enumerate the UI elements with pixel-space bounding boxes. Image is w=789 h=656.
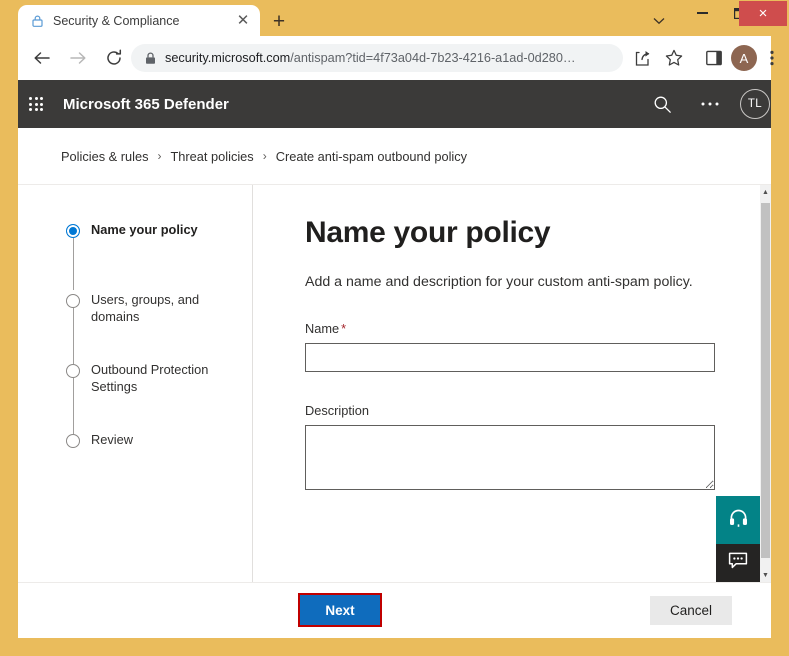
headset-icon [729, 508, 748, 533]
next-button[interactable]: Next [300, 595, 380, 625]
browser-tab-security-compliance[interactable]: Security & Compliance ✕ [18, 5, 260, 36]
share-icon[interactable] [630, 46, 654, 70]
wizard-step-outbound-protection-settings[interactable]: Outbound Protection Settings [18, 361, 252, 434]
name-field-label: Name * [305, 321, 771, 336]
breadcrumb-item-threat-policies[interactable]: Threat policies [170, 149, 253, 164]
padlock-icon [145, 51, 156, 65]
star-icon[interactable] [662, 46, 686, 70]
wizard-step-label: Users, groups, and domains [91, 292, 200, 324]
page-description: Add a name and description for your cust… [305, 274, 693, 290]
url-path: /antispam?tid=4f73a04d-7b23-4216-a1ad-0d… [290, 51, 576, 65]
step-indicator-active-icon [66, 224, 80, 238]
reload-icon[interactable] [102, 46, 126, 70]
tab-lock-icon [31, 14, 43, 27]
tab-title: Security & Compliance [53, 13, 180, 28]
tab-strip: Security & Compliance ✕ + × [0, 0, 789, 36]
feedback-button[interactable] [716, 544, 760, 582]
tab-search-chevron-down-icon[interactable] [646, 10, 672, 32]
main-panel: Name your policy Add a name and descript… [253, 185, 771, 582]
wizard-step-review[interactable]: Review [18, 431, 252, 455]
scroll-down-arrow-icon[interactable]: ▼ [760, 568, 771, 582]
app-title: Microsoft 365 Defender [63, 95, 229, 113]
url-host: security.microsoft.com [165, 51, 291, 65]
user-avatar[interactable]: TL [740, 89, 770, 119]
three-dot-menu-icon[interactable] [760, 46, 784, 70]
next-button-highlight: Next [298, 593, 382, 627]
window-minimize-button[interactable] [683, 0, 721, 26]
app-launcher-waffle-icon[interactable] [26, 94, 46, 114]
step-connector [72, 378, 74, 434]
step-indicator-icon [66, 364, 80, 378]
step-connector [72, 308, 74, 364]
wizard-step-name-your-policy[interactable]: Name your policy [18, 221, 252, 290]
forward-arrow-icon [66, 46, 90, 70]
ellipsis-icon[interactable] [698, 93, 722, 115]
wizard-footer: Next Cancel [18, 583, 771, 638]
breadcrumb: Policies & rules › Threat policies › Cre… [18, 128, 771, 184]
window-close-button[interactable]: × [739, 1, 787, 26]
required-marker: * [341, 321, 347, 336]
breadcrumb-separator: › [262, 149, 267, 163]
browser-window: Security & Compliance ✕ + × security.mic… [0, 0, 789, 656]
breadcrumb-separator: › [157, 149, 162, 163]
description-field-label: Description [305, 403, 370, 418]
close-icon: × [758, 5, 768, 22]
address-bar[interactable]: security.microsoft.com/antispam?tid=4f73… [131, 44, 623, 72]
profile-initial: A [739, 50, 749, 66]
step-indicator-icon [66, 434, 80, 448]
browser-toolbar: security.microsoft.com/antispam?tid=4f73… [18, 36, 774, 80]
step-indicator-icon [66, 294, 80, 308]
page-title: Name your policy [305, 216, 551, 249]
name-input[interactable] [305, 343, 715, 372]
tab-close-icon[interactable]: ✕ [231, 9, 255, 33]
page-content: Policies & rules › Threat policies › Cre… [18, 128, 771, 638]
description-textarea[interactable] [305, 425, 715, 490]
chat-bubble-icon [728, 552, 748, 574]
wizard-step-list: Name your policy Users, groups, and doma… [18, 185, 252, 582]
breadcrumb-item-current: Create anti-spam outbound policy [275, 148, 468, 164]
wizard-step-label: Name your policy [91, 222, 198, 237]
breadcrumb-item-policies-rules[interactable]: Policies & rules [61, 149, 148, 164]
scrollbar-thumb[interactable] [761, 203, 770, 558]
address-bar-url: security.microsoft.com/antispam?tid=4f73… [165, 51, 576, 65]
support-headset-button[interactable] [716, 496, 760, 544]
scroll-up-arrow-icon[interactable]: ▲ [760, 185, 771, 199]
page-scrollbar[interactable]: ▲ ▼ [760, 185, 771, 582]
step-connector [72, 238, 74, 290]
back-arrow-icon[interactable] [30, 46, 54, 70]
avatar-initials: TL [747, 98, 763, 110]
name-label-text: Name [305, 321, 340, 336]
wizard-step-label: Outbound Protection Settings [91, 362, 209, 394]
cancel-button[interactable]: Cancel [650, 596, 732, 625]
reading-list-icon[interactable] [702, 46, 726, 70]
app-header-bar: Microsoft 365 Defender TL [18, 80, 771, 128]
search-icon[interactable] [650, 93, 674, 115]
browser-profile-avatar[interactable]: A [731, 45, 757, 71]
new-tab-button[interactable]: + [266, 8, 292, 34]
wizard-step-users-groups-domains[interactable]: Users, groups, and domains [18, 291, 252, 364]
wizard-step-label: Review [91, 432, 133, 447]
